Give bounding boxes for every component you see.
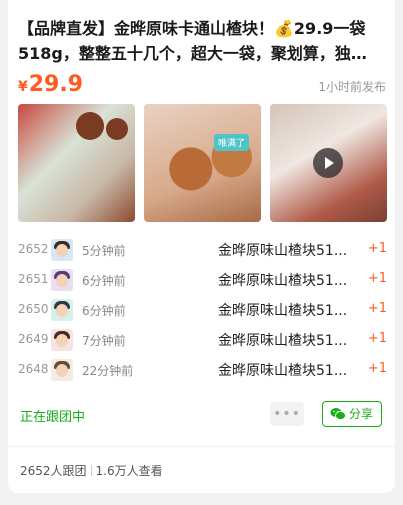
price-value: 29.9 [28,72,84,97]
divider [8,446,395,447]
post-title-line2: 518g，整整五十几个，超大一袋，聚划算，独… [18,44,367,63]
product-image-1[interactable] [18,104,135,222]
views-count: 1.6万人查看 [95,464,163,478]
separator [90,465,92,476]
image-gallery: 唯满了 [18,104,387,222]
order-row[interactable]: 2649 7分钟前 金晔原味山楂块51... +1 [18,326,387,356]
order-time: 7分钟前 [82,334,126,348]
order-number: 2652 [18,242,49,256]
order-row[interactable]: 2648 22分钟前 金晔原味山楂块51... +1 [18,356,387,386]
order-product: 金晔原味山楂块51... [218,303,348,319]
order-list: 2652 5分钟前 金晔原味山楂块51... +1 2651 6分钟前 金晔原味… [18,236,387,386]
avatar [51,239,73,261]
order-time: 6分钟前 [82,304,126,318]
order-time: 22分钟前 [82,364,134,378]
order-qty: +1 [367,331,387,346]
product-video[interactable] [270,104,387,222]
post-title[interactable]: 【品牌直发】金晔原味卡通山楂块！💰29.9一袋 518g，整整五十几个，超大一袋… [18,16,386,66]
order-product: 金晔原味山楂块51... [218,363,348,379]
order-number: 2651 [18,272,49,286]
posted-time: 1小时前发布 [318,80,386,94]
price-currency: ¥ [18,79,28,95]
avatar [51,269,73,291]
more-button[interactable]: ••• [270,402,304,426]
avatar [51,329,73,351]
order-number: 2648 [18,362,49,376]
stats-footer: 2652人跟团 1.6万人查看 [20,462,163,479]
price: ¥29.9 [18,72,83,97]
product-image-2[interactable]: 唯满了 [144,104,261,222]
order-number: 2650 [18,302,49,316]
order-number: 2649 [18,332,49,346]
order-product: 金晔原味山楂块51... [218,243,348,259]
order-qty: +1 [367,361,387,376]
image-badge: 唯满了 [214,134,250,151]
wechat-icon [330,408,346,420]
avatar [51,359,73,381]
order-row[interactable]: 2650 6分钟前 金晔原味山楂块51... +1 [18,296,387,326]
group-status: 正在跟团中 [20,410,86,425]
order-time: 5分钟前 [82,244,126,258]
order-product: 金晔原味山楂块51... [218,333,348,349]
play-icon[interactable] [313,148,343,178]
order-qty: +1 [367,241,387,256]
order-qty: +1 [367,301,387,316]
post-title-line1: 【品牌直发】金晔原味卡通山楂块！💰29.9一袋 [18,19,366,38]
price-row: ¥29.9 1小时前发布 [18,70,386,100]
order-row[interactable]: 2651 6分钟前 金晔原味山楂块51... +1 [18,266,387,296]
order-row[interactable]: 2652 5分钟前 金晔原味山楂块51... +1 [18,236,387,266]
order-qty: +1 [367,271,387,286]
share-button[interactable]: 分享 [322,401,382,427]
share-label: 分享 [349,407,374,421]
group-buy-card[interactable]: 【品牌直发】金晔原味卡通山楂块！💰29.9一袋 518g，整整五十几个，超大一袋… [8,0,395,493]
order-time: 6分钟前 [82,274,126,288]
participants-count: 2652人跟团 [20,464,87,478]
order-product: 金晔原味山楂块51... [218,273,348,289]
avatar [51,299,73,321]
